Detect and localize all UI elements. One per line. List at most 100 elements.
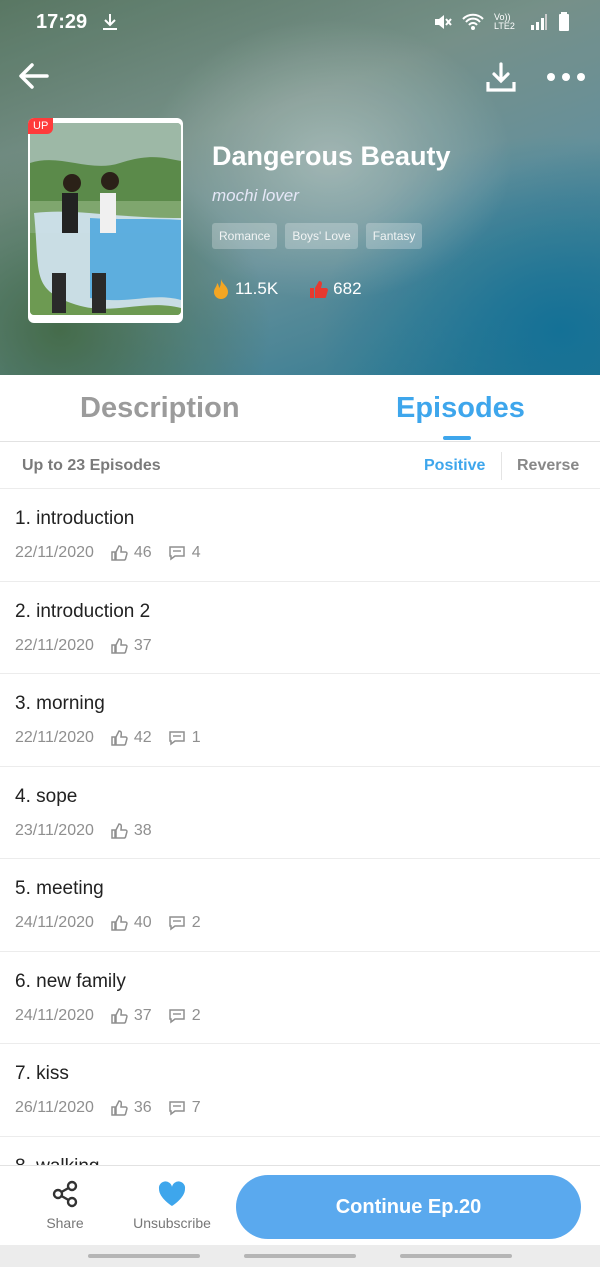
episode-item[interactable]: 3. morning 22/11/2020 42 1 <box>0 674 600 767</box>
episode-item[interactable]: 8. walking <box>0 1137 600 1166</box>
episode-meta: 22/11/2020 42 1 <box>15 729 201 747</box>
more-button[interactable] <box>544 58 588 96</box>
status-bar: 17:29 Vo)) LTE2 <box>0 0 600 45</box>
episode-likes: 40 <box>133 914 152 931</box>
continue-reading-button[interactable]: Continue Ep.20 <box>236 1175 581 1239</box>
mute-icon <box>435 15 452 29</box>
cover-art <box>30 123 181 315</box>
episode-date: 24/11/2020 <box>15 914 94 931</box>
episode-item[interactable]: 7. kiss 26/11/2020 36 7 <box>0 1044 600 1137</box>
active-tab-indicator <box>443 436 471 440</box>
episode-item[interactable]: 6. new family 24/11/2020 37 2 <box>0 952 600 1044</box>
nav-back-handle[interactable] <box>88 1254 200 1258</box>
episode-title: 5. meeting <box>15 878 104 899</box>
episode-comments: 2 <box>191 914 201 931</box>
episode-meta: 24/11/2020 37 2 <box>15 1007 201 1025</box>
episode-date: 23/11/2020 <box>15 821 94 839</box>
cover-image[interactable] <box>28 118 183 323</box>
back-arrow-icon <box>19 63 49 89</box>
divider <box>501 452 502 480</box>
episode-title: 8. walking <box>15 1156 100 1166</box>
signal-icon <box>531 14 547 30</box>
episode-title: 6. new family <box>15 970 126 992</box>
status-time: 17:29 <box>36 11 88 33</box>
flame-icon <box>214 279 228 299</box>
episode-title: 1. introduction <box>15 508 135 529</box>
sort-reverse-button[interactable]: Reverse <box>517 457 579 475</box>
comment-icon <box>168 1101 185 1116</box>
battery-icon <box>559 12 569 31</box>
comment-icon <box>168 916 185 931</box>
comic-author[interactable]: mochi lover <box>212 186 299 206</box>
episode-title: 4. sope <box>15 785 78 807</box>
episode-item[interactable]: 2. introduction 2 22/11/2020 37 <box>0 582 600 674</box>
episode-likes: 46 <box>133 544 152 561</box>
episode-meta: 22/11/2020 46 4 <box>15 544 201 562</box>
thumbs-up-icon <box>310 281 329 298</box>
comment-icon <box>168 1008 185 1023</box>
genre-tags: Romance Boys' Love Fantasy <box>212 223 423 249</box>
episode-count: Up to 23 Episodes <box>22 457 161 474</box>
episode-comments: 7 <box>191 1099 201 1116</box>
download-status-icon <box>100 12 120 37</box>
genre-tag[interactable]: Boys' Love <box>285 223 358 249</box>
episode-likes: 36 <box>133 1099 152 1116</box>
episode-date: 22/11/2020 <box>15 729 94 746</box>
episode-comments: 1 <box>191 729 201 746</box>
bottom-action-bar: Share Unsubscribe Continue Ep.20 <box>0 1165 600 1245</box>
download-button[interactable] <box>482 58 520 96</box>
sort-positive-button[interactable]: Positive <box>424 457 485 475</box>
download-icon <box>486 62 516 92</box>
tab-description[interactable]: Description <box>80 392 240 425</box>
sort-bar: Up to 23 Episodes Positive Reverse <box>0 443 600 489</box>
episode-meta: 24/11/2020 40 2 <box>15 914 201 932</box>
episode-list: 1. introduction 22/11/2020 46 4 2. intro… <box>0 489 600 1165</box>
network-label: Vo)) LTE2 <box>494 12 515 31</box>
share-icon <box>52 1180 78 1208</box>
like-icon <box>111 730 128 746</box>
share-button[interactable]: Share <box>36 1180 94 1231</box>
episode-date: 22/11/2020 <box>15 544 94 561</box>
more-icon <box>547 73 585 81</box>
episode-date: 26/11/2020 <box>15 1099 94 1116</box>
genre-tag[interactable]: Romance <box>212 223 278 249</box>
system-nav-bar <box>0 1245 600 1267</box>
likes-count: 682 <box>333 279 362 298</box>
episode-meta: 23/11/2020 38 <box>15 822 152 840</box>
comment-icon <box>168 731 185 746</box>
nav-home-handle[interactable] <box>244 1254 356 1258</box>
like-icon <box>111 915 128 931</box>
comment-icon <box>168 546 185 561</box>
unsubscribe-label: Unsubscribe <box>133 1215 211 1231</box>
comic-title: Dangerous Beauty <box>212 141 451 171</box>
share-label: Share <box>46 1215 84 1231</box>
comic-header: 17:29 Vo)) LTE2 UP Dangerous Beauty moch… <box>0 0 600 375</box>
like-icon <box>111 545 128 561</box>
episode-meta: 26/11/2020 36 7 <box>15 1099 201 1117</box>
views-stat: 11.5K <box>212 278 278 300</box>
unsubscribe-button[interactable]: Unsubscribe <box>128 1180 216 1231</box>
episode-title: 7. kiss <box>15 1063 69 1084</box>
episode-date: 22/11/2020 <box>15 636 94 654</box>
tab-bar: Description Episodes <box>0 375 600 442</box>
views-count: 11.5K <box>235 279 279 298</box>
episode-item[interactable]: 5. meeting 24/11/2020 40 2 <box>0 859 600 952</box>
episode-comments: 4 <box>191 544 201 561</box>
episode-likes: 37 <box>133 1006 152 1024</box>
episode-likes: 42 <box>133 729 152 746</box>
episode-comments: 2 <box>191 1006 201 1024</box>
back-button[interactable] <box>14 56 54 96</box>
like-icon <box>111 822 128 839</box>
like-icon <box>111 637 128 654</box>
nav-recents-handle[interactable] <box>400 1254 512 1258</box>
episode-item[interactable]: 4. sope 23/11/2020 38 <box>0 767 600 859</box>
likes-stat: 682 <box>308 279 362 299</box>
heart-icon <box>158 1181 186 1206</box>
genre-tag[interactable]: Fantasy <box>365 223 423 249</box>
tab-episodes[interactable]: Episodes <box>396 392 525 425</box>
episode-title: 2. introduction 2 <box>15 600 151 622</box>
episode-title: 3. morning <box>15 693 105 714</box>
update-badge: UP <box>28 118 54 134</box>
wifi-icon <box>462 13 484 30</box>
episode-item[interactable]: 1. introduction 22/11/2020 46 4 <box>0 489 600 582</box>
